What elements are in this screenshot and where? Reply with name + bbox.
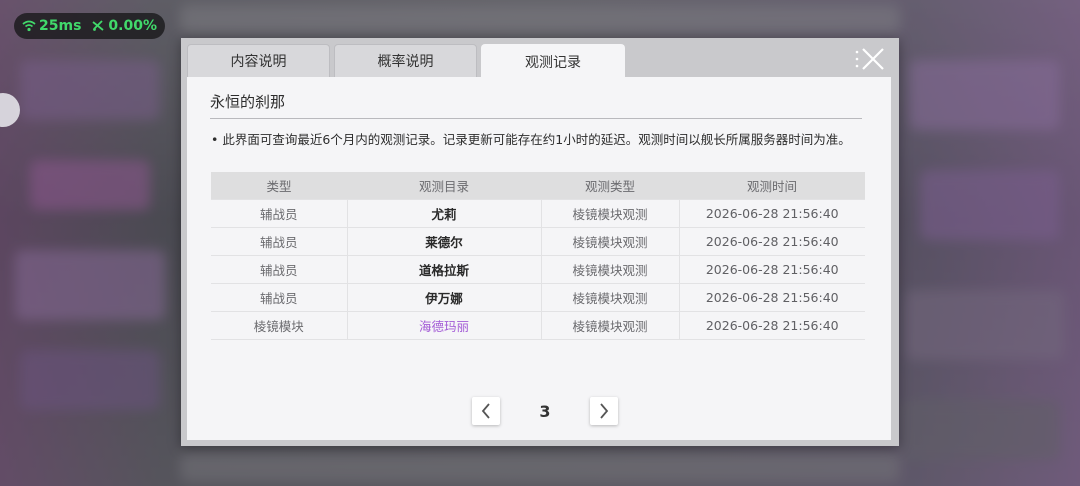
cell-type: 棱镜模块	[211, 311, 347, 340]
tab-bar: 内容说明 概率说明 观测记录	[187, 44, 625, 78]
table-row: 辅战员 尤莉 棱镜模块观测 2026-06-28 21:56:40	[211, 199, 865, 228]
cell-type: 辅战员	[211, 227, 347, 256]
table-row: 辅战员 伊万娜 棱镜模块观测 2026-06-28 21:56:40	[211, 283, 865, 312]
network-status-badge: 25ms 0.00%	[14, 13, 165, 39]
cell-obs-type: 棱镜模块观测	[540, 199, 679, 228]
cell-time: 2026-06-28 21:56:40	[678, 199, 865, 228]
packet-loss-icon	[91, 19, 105, 33]
tab-content-description[interactable]: 内容说明	[187, 44, 330, 77]
cell-target-highlighted: 海德玛丽	[346, 311, 541, 340]
cell-time: 2026-06-28 21:56:40	[678, 255, 865, 284]
cell-time: 2026-06-28 21:56:40	[678, 311, 865, 340]
header-type: 类型	[211, 172, 347, 200]
cell-obs-type: 棱镜模块观测	[540, 255, 679, 284]
prev-page-button[interactable]	[472, 397, 500, 425]
cell-type: 辅战员	[211, 255, 347, 284]
cell-type: 辅战员	[211, 283, 347, 312]
current-page-number: 3	[539, 401, 551, 421]
title-divider	[210, 118, 862, 119]
table-header-row: 类型 观测目录 观测类型 观测时间	[211, 172, 865, 200]
tab-observation-records[interactable]: 观测记录	[481, 44, 625, 78]
records-table: 类型 观测目录 观测类型 观测时间 辅战员 尤莉 棱镜模块观测 2026-06-…	[211, 172, 865, 340]
table-row: 棱镜模块 海德玛丽 棱镜模块观测 2026-06-28 21:56:40	[211, 311, 865, 340]
header-obs-type: 观测类型	[541, 172, 679, 200]
pool-title: 永恒的刹那	[210, 93, 286, 111]
header-target: 观测目录	[347, 172, 541, 200]
cell-time: 2026-06-28 21:56:40	[678, 283, 865, 312]
packet-loss-value: 0.00%	[108, 18, 157, 34]
chevron-right-icon	[600, 403, 609, 419]
records-notice: • 此界面可查询最近6个月内的观测记录。记录更新可能存在约1小时的延迟。观测时间…	[211, 132, 851, 147]
cell-obs-type: 棱镜模块观测	[540, 283, 679, 312]
cell-obs-type: 棱镜模块观测	[540, 311, 679, 340]
cell-time: 2026-06-28 21:56:40	[678, 227, 865, 256]
close-button[interactable]	[853, 46, 889, 72]
table-row: 辅战员 莱德尔 棱镜模块观测 2026-06-28 21:56:40	[211, 227, 865, 256]
ping-value: 25ms	[39, 18, 82, 34]
cell-target: 尤莉	[346, 199, 541, 228]
close-icon	[855, 48, 884, 70]
tab-probability-description[interactable]: 概率说明	[334, 44, 477, 77]
cell-target: 道格拉斯	[346, 255, 541, 284]
wifi-icon	[22, 19, 36, 33]
cell-type: 辅战员	[211, 199, 347, 228]
chevron-left-icon	[481, 403, 490, 419]
header-time: 观测时间	[679, 172, 865, 200]
cell-obs-type: 棱镜模块观测	[540, 227, 679, 256]
next-page-button[interactable]	[590, 397, 618, 425]
pagination: 3	[472, 397, 618, 425]
cell-target: 伊万娜	[346, 283, 541, 312]
table-row: 辅战员 道格拉斯 棱镜模块观测 2026-06-28 21:56:40	[211, 255, 865, 284]
observation-dialog: 内容说明 概率说明 观测记录 永恒的刹那 • 此界面可查询最近6个月内的观测记录…	[181, 38, 899, 446]
records-panel: 永恒的刹那 • 此界面可查询最近6个月内的观测记录。记录更新可能存在约1小时的延…	[187, 77, 891, 440]
cell-target: 莱德尔	[346, 227, 541, 256]
